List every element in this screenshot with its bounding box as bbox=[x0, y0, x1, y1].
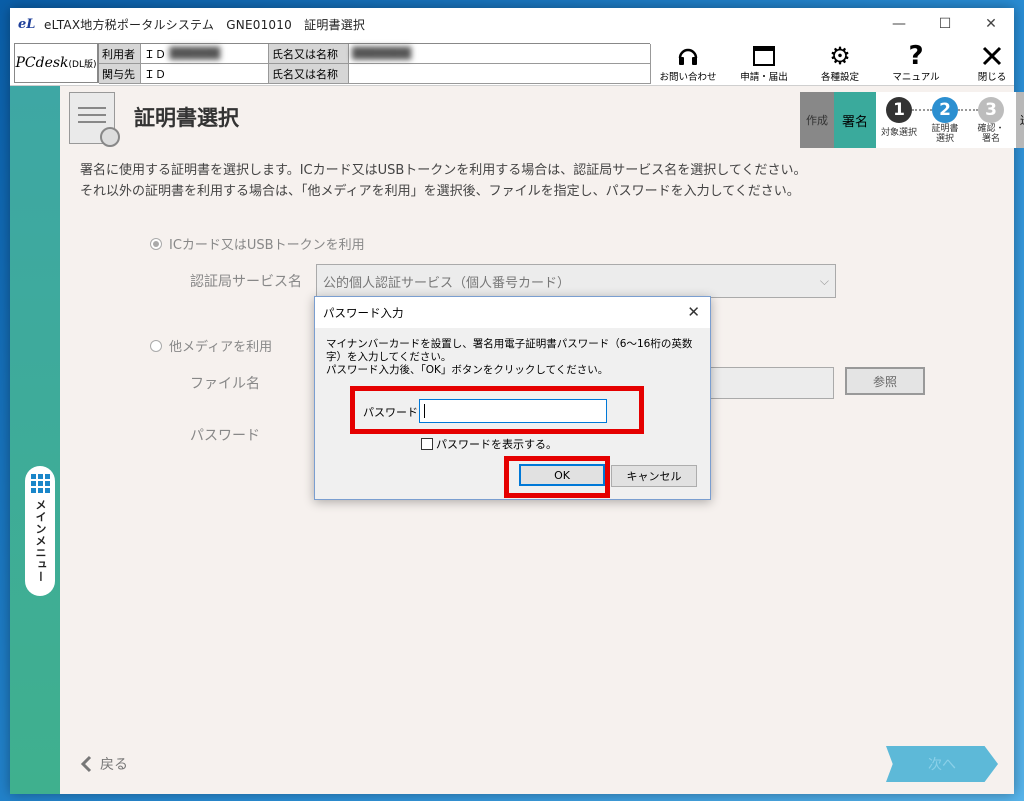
chevron-down-icon: ⌵ bbox=[819, 273, 829, 288]
window-title: eLTAX地方税ポータルシステム GNE01010 証明書選択 bbox=[44, 17, 366, 32]
ic-card-option[interactable]: ICカード又はUSBトークンを利用 bbox=[150, 234, 365, 253]
dialog-close-button[interactable]: ✕ bbox=[687, 303, 700, 321]
minimize-button[interactable]: — bbox=[876, 8, 922, 40]
checkbox-icon[interactable] bbox=[421, 438, 433, 450]
client-label: 関与先 bbox=[99, 64, 141, 84]
manual-button[interactable]: ? マニュアル bbox=[878, 40, 954, 86]
radio-selected-icon bbox=[150, 237, 162, 250]
header-toolbar: お問い合わせ 申請・届出 ⚙ 各種設定 ? マニュアル 閉じる bbox=[650, 40, 1024, 86]
step-1-icon: 1 bbox=[886, 97, 912, 123]
gear-icon: ⚙ bbox=[829, 42, 851, 70]
page-title: 証明書選択 bbox=[134, 106, 239, 130]
progress-steps: 作成 署名 1 2 3 対象選択 証明書 選択 確認・ 署名 送信 bbox=[800, 92, 1024, 148]
application-button[interactable]: 申請・届出 bbox=[726, 40, 802, 86]
other-media-option[interactable]: 他メディアを利用 bbox=[150, 336, 272, 355]
window-icon bbox=[753, 43, 775, 69]
chevron-left-icon bbox=[80, 755, 92, 773]
password-label: パスワード bbox=[190, 428, 260, 444]
pcdesk-logo: PCdesk (DL版) bbox=[14, 43, 98, 83]
step-2-icon: 2 bbox=[932, 97, 958, 123]
settings-button[interactable]: ⚙ 各種設定 bbox=[802, 40, 878, 86]
page-description: 署名に使用する証明書を選択します。ICカード又はUSBトークンを利用する場合は、… bbox=[80, 163, 807, 199]
step-send: 送信 bbox=[1016, 92, 1024, 148]
left-strip: メインメニュー bbox=[10, 86, 60, 794]
step-1-label: 対象選択 bbox=[880, 128, 917, 138]
user-id-field: ＩＤ ██████ bbox=[141, 44, 269, 64]
eltax-logo-icon: eL bbox=[18, 16, 36, 32]
step-create: 作成 bbox=[800, 92, 834, 148]
step-3-label: 確認・ 署名 bbox=[977, 124, 1005, 144]
user-name-label: 氏名又は名称 bbox=[269, 44, 349, 64]
close-app-button[interactable]: 閉じる bbox=[954, 40, 1024, 86]
step-track: 1 2 3 対象選択 証明書 選択 確認・ 署名 bbox=[876, 92, 1016, 148]
maximize-button[interactable]: ☐ bbox=[922, 8, 968, 40]
ok-button[interactable]: OK bbox=[519, 464, 605, 486]
user-label: 利用者 bbox=[99, 44, 141, 64]
dialog-message: マイナンバーカードを設置し、署名用電子証明書パスワード（6～16桁の英数 字）を… bbox=[326, 338, 693, 376]
text-caret bbox=[424, 404, 425, 418]
certificate-icon bbox=[69, 92, 120, 147]
cancel-button[interactable]: キャンセル bbox=[611, 465, 697, 487]
back-button[interactable]: 戻る bbox=[80, 754, 128, 774]
file-name-label: ファイル名 bbox=[190, 376, 260, 392]
headset-icon bbox=[677, 43, 699, 69]
cert-service-label: 認証局サービス名 bbox=[190, 274, 302, 290]
show-password-option[interactable]: パスワードを表示する。 bbox=[421, 436, 557, 452]
client-id-field: ＩＤ bbox=[141, 64, 269, 84]
close-icon bbox=[981, 43, 1003, 69]
main-menu-label: メインメニュー bbox=[34, 499, 47, 583]
step-2-label: 証明書 選択 bbox=[931, 124, 959, 144]
grid-icon bbox=[30, 474, 50, 493]
cert-service-select[interactable]: 公的個人認証サービス（個人番号カード） ⌵ bbox=[316, 264, 836, 298]
next-button[interactable]: 次へ bbox=[886, 746, 998, 782]
dialog-title-bar: パスワード入力 ✕ bbox=[315, 297, 710, 328]
dialog-password-label: パスワード: bbox=[363, 406, 422, 419]
question-icon: ? bbox=[908, 41, 924, 71]
close-window-button[interactable]: ✕ bbox=[968, 8, 1014, 40]
dialog-title: パスワード入力 bbox=[323, 305, 404, 320]
contact-button[interactable]: お問い合わせ bbox=[650, 40, 726, 86]
main-menu-button[interactable]: メインメニュー bbox=[25, 466, 55, 596]
user-name-field: ███████ bbox=[349, 44, 651, 64]
dialog-password-input[interactable] bbox=[419, 399, 607, 423]
title-bar: eL eLTAX地方税ポータルシステム GNE01010 証明書選択 — ☐ ✕ bbox=[10, 8, 1014, 40]
user-info-grid: 利用者 ＩＤ ██████ 氏名又は名称 ███████ 関与先 ＩＤ 氏名又は… bbox=[98, 43, 651, 84]
radio-unselected-icon bbox=[150, 339, 162, 352]
password-dialog: パスワード入力 ✕ マイナンバーカードを設置し、署名用電子証明書パスワード（6～… bbox=[314, 296, 711, 500]
app-header: PCdesk (DL版) 利用者 ＩＤ ██████ 氏名又は名称 ███████… bbox=[10, 40, 1014, 86]
client-name-label: 氏名又は名称 bbox=[269, 64, 349, 84]
client-name-field bbox=[349, 64, 651, 84]
browse-button[interactable]: 参照 bbox=[845, 367, 925, 395]
step-sign: 署名 bbox=[834, 92, 876, 148]
step-3-icon: 3 bbox=[978, 97, 1004, 123]
